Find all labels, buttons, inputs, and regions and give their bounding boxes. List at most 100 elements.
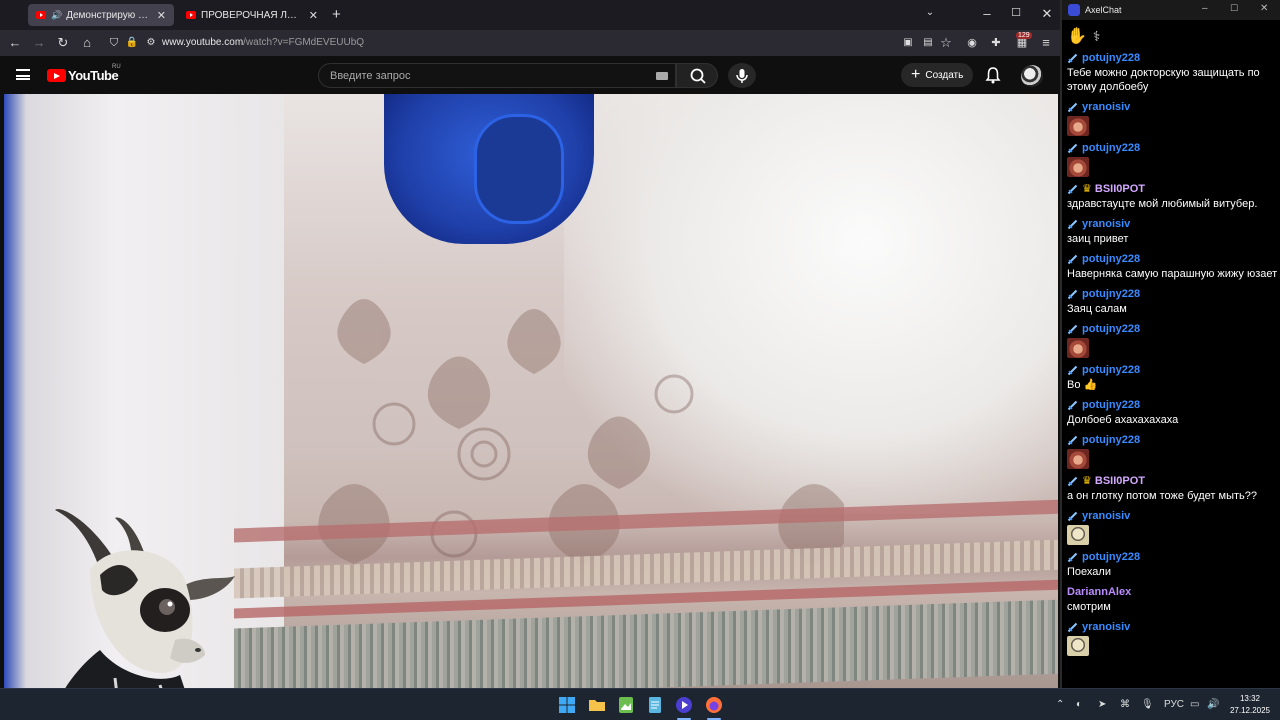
chat-window: AxelChat – ☐ ✕ ✋ ⚕ potujny228 Тебе можно … bbox=[1060, 0, 1280, 688]
tab-title: Демонстрирую свои нові bbox=[66, 9, 151, 21]
tab-ruler[interactable]: ПРОВЕРОЧНАЯ ЛИНЕЙКА - М ✕ bbox=[178, 4, 326, 26]
chat-author-name: potujny228 bbox=[1082, 399, 1141, 411]
volume-tray-icon[interactable]: 🔊 bbox=[1207, 699, 1219, 710]
menu-icon[interactable]: ≡ bbox=[1038, 35, 1054, 51]
chat-message: yranoisiv заиц привет bbox=[1067, 216, 1279, 251]
bookmark-star-icon[interactable]: ☆ bbox=[938, 35, 954, 51]
create-button[interactable]: + Создать bbox=[901, 63, 974, 87]
chat-message-emotes: ✋ ⚕ bbox=[1067, 22, 1279, 50]
telegram-tray-icon[interactable]: ➤ bbox=[1098, 699, 1106, 710]
country-code: RU bbox=[112, 64, 121, 70]
windows-start-icon[interactable] bbox=[558, 696, 576, 714]
chat-message: potujny228 Поехали bbox=[1067, 549, 1279, 584]
close-window-button[interactable]: ✕ bbox=[1037, 6, 1057, 22]
chat-author[interactable]: potujny228 bbox=[1067, 549, 1279, 565]
crown-badge-icon: ♛ bbox=[1082, 183, 1092, 195]
chat-author-name: yranoisiv bbox=[1082, 621, 1131, 633]
maximize-button[interactable]: ☐ bbox=[1006, 6, 1026, 19]
close-window-button[interactable]: ✕ bbox=[1260, 3, 1268, 14]
notepad-icon[interactable] bbox=[646, 696, 664, 714]
tab-list-chevron-down-icon[interactable]: ⌄ bbox=[920, 7, 940, 18]
extension-circle-icon[interactable]: ◉ bbox=[964, 35, 980, 51]
chat-author[interactable]: ♛ BSII0POT bbox=[1067, 473, 1279, 489]
sword-badge-icon bbox=[1067, 552, 1078, 562]
usb-tray-icon[interactable]: ⌘ bbox=[1120, 699, 1130, 710]
account-avatar[interactable] bbox=[1021, 65, 1043, 87]
new-tab-button[interactable]: + bbox=[332, 6, 341, 23]
file-explorer-icon[interactable] bbox=[588, 696, 606, 714]
chat-author[interactable]: potujny228 bbox=[1067, 362, 1279, 378]
language-indicator[interactable]: РУС bbox=[1164, 699, 1184, 710]
chat-message: potujny228 Тебе можно докторскую защищать… bbox=[1067, 50, 1279, 99]
forward-arrow-icon[interactable]: → bbox=[31, 35, 47, 51]
system-clock[interactable]: 13:32 27.12.2025 bbox=[1228, 693, 1272, 717]
meat-emote-icon bbox=[1067, 157, 1089, 177]
chat-author[interactable]: potujny228 bbox=[1067, 140, 1279, 156]
chat-author[interactable]: potujny228 bbox=[1067, 286, 1279, 302]
shield-icon[interactable]: ⛉ bbox=[106, 35, 122, 51]
meat-emote-icon bbox=[1067, 338, 1089, 358]
chat-message-list[interactable]: ✋ ⚕ potujny228 Тебе можно докторскую защи… bbox=[1067, 22, 1279, 660]
search-button[interactable] bbox=[676, 63, 718, 88]
network-tray-icon[interactable]: ▭ bbox=[1190, 699, 1199, 710]
chat-author[interactable]: ♛ BSII0POT bbox=[1067, 181, 1279, 197]
chat-author[interactable]: yranoisiv bbox=[1067, 216, 1279, 232]
chat-author[interactable]: potujny228 bbox=[1067, 432, 1279, 448]
minimize-button[interactable]: – bbox=[977, 6, 997, 21]
maximize-button[interactable]: ☐ bbox=[1230, 3, 1238, 14]
chat-author[interactable]: potujny228 bbox=[1067, 397, 1279, 413]
tray-overflow-chevron-icon[interactable]: ⌃ bbox=[1056, 699, 1064, 710]
chat-author-name: yranoisiv bbox=[1082, 510, 1131, 522]
address-bar[interactable]: www.youtube.com/watch?v=FGMdEVEUUbQ bbox=[162, 37, 364, 48]
voice-search-button[interactable] bbox=[728, 63, 756, 88]
chat-message: yranoisiv bbox=[1067, 508, 1279, 549]
chat-message: potujny228 bbox=[1067, 321, 1279, 362]
extension-badge: 129 bbox=[1016, 32, 1032, 39]
steam-tray-icon[interactable]: ◐ bbox=[1076, 699, 1082, 710]
chat-author[interactable]: yranoisiv bbox=[1067, 508, 1279, 524]
chat-author-name: BSII0POT bbox=[1094, 475, 1145, 487]
chat-author[interactable]: yranoisiv bbox=[1067, 99, 1279, 115]
sword-badge-icon bbox=[1067, 184, 1078, 194]
speaker-icon[interactable]: 🔊 bbox=[51, 10, 62, 21]
chat-message: yranoisiv bbox=[1067, 99, 1279, 140]
guide-menu-icon[interactable] bbox=[16, 69, 30, 80]
close-tab-icon[interactable]: ✕ bbox=[157, 9, 166, 22]
home-icon[interactable]: ⌂ bbox=[79, 35, 95, 51]
chat-author-name: potujny228 bbox=[1082, 551, 1141, 563]
axelchat-logo-icon bbox=[1068, 4, 1080, 16]
sword-badge-icon bbox=[1067, 143, 1078, 153]
sword-badge-icon bbox=[1067, 365, 1078, 375]
chat-author-name: potujny228 bbox=[1082, 253, 1141, 265]
keyboard-icon[interactable] bbox=[656, 72, 668, 80]
search-input[interactable]: Введите запрос bbox=[318, 63, 676, 88]
extensions-puzzle-icon[interactable]: ✚ bbox=[988, 35, 1004, 51]
microphone-tray-icon[interactable]: 🎙 bbox=[1141, 699, 1154, 710]
notifications-bell-icon[interactable] bbox=[985, 66, 1001, 84]
close-tab-icon[interactable]: ✕ bbox=[309, 9, 318, 22]
chat-author[interactable]: potujny228 bbox=[1067, 321, 1279, 337]
picture-in-picture-icon[interactable]: ▣ bbox=[900, 35, 916, 51]
image-viewer-icon[interactable] bbox=[617, 696, 635, 714]
back-arrow-icon[interactable]: ← bbox=[7, 35, 23, 51]
minimize-button[interactable]: – bbox=[1202, 3, 1208, 14]
permissions-icon[interactable]: ⚙ bbox=[143, 35, 159, 51]
tab-stream[interactable]: 🔊 Демонстрирую свои нові ✕ bbox=[28, 4, 174, 26]
media-player-icon[interactable] bbox=[675, 696, 693, 714]
chat-author[interactable]: potujny228 bbox=[1067, 251, 1279, 267]
search-placeholder: Введите запрос bbox=[330, 70, 411, 82]
meat-emote-icon bbox=[1067, 116, 1089, 136]
youtube-logo[interactable]: YouTube RU bbox=[47, 64, 121, 83]
chat-message: ♛ BSII0POT а он глотку потом тоже будет мы… bbox=[1067, 473, 1279, 508]
chat-author[interactable]: yranoisiv bbox=[1067, 619, 1279, 635]
chat-message-text: а он глотку потом тоже будет мыть?? bbox=[1067, 490, 1257, 502]
firefox-icon[interactable] bbox=[705, 696, 723, 714]
chat-author[interactable]: DariannAlex bbox=[1067, 584, 1279, 600]
sword-badge-icon bbox=[1067, 622, 1078, 632]
lock-icon[interactable]: 🔒 bbox=[124, 35, 140, 51]
reload-icon[interactable]: ↻ bbox=[55, 35, 71, 51]
reader-view-icon[interactable]: ▤ bbox=[920, 35, 936, 51]
chat-message: yranoisiv bbox=[1067, 619, 1279, 660]
chat-author-name: potujny228 bbox=[1082, 364, 1141, 376]
chat-author[interactable]: potujny228 bbox=[1067, 50, 1279, 66]
